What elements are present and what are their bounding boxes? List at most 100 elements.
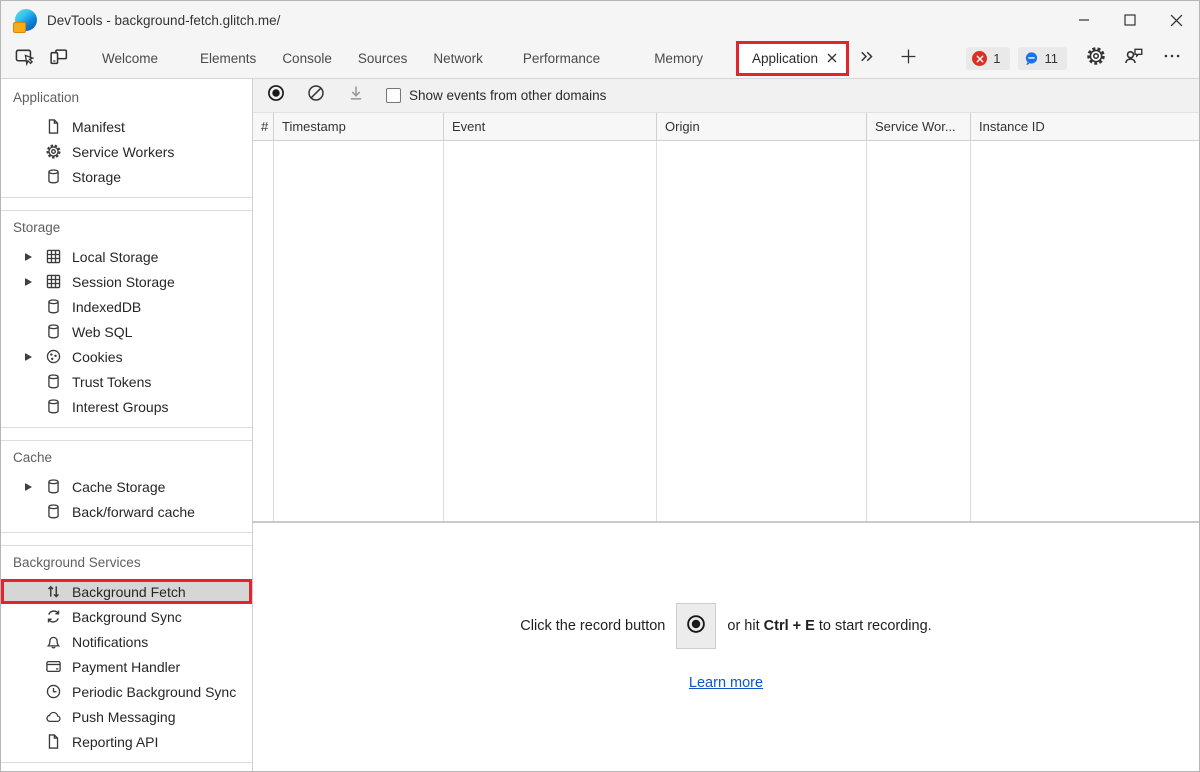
block-icon [307,84,325,107]
sidebar-item-trust-tokens[interactable]: Trust Tokens [1,369,252,394]
error-count-badge[interactable]: 1 [966,47,1009,70]
sidebar-item-label: Local Storage [72,249,158,265]
clock-icon [45,683,62,700]
inspect-icon [15,47,34,71]
maximize-icon [1124,14,1136,26]
tab-application-label: Application [752,51,818,66]
sidebar-item-interest-groups[interactable]: Interest Groups [1,394,252,419]
more-options-button[interactable] [1155,42,1189,76]
tab-performance[interactable]: Performance [510,39,613,78]
sidebar-item-cookies[interactable]: Cookies [1,344,252,369]
sidebar-item-label: Background Sync [72,609,182,625]
database-icon [45,168,62,185]
save-events-button[interactable] [346,86,366,106]
sidebar-item-push-messaging[interactable]: Push Messaging [1,704,252,729]
tab-network[interactable]: Network [420,39,496,78]
card-icon [45,658,62,675]
column-header-origin[interactable]: Origin [657,113,867,140]
sidebar-item-background-sync[interactable]: Background Sync [1,604,252,629]
tab-close-icon[interactable] [827,51,837,66]
database-icon [45,398,62,415]
feedback-icon [1124,46,1144,71]
message-count-badge[interactable]: 11 [1018,47,1068,70]
error-icon [972,51,987,66]
column-header--[interactable]: # [253,113,274,140]
sidebar-item-periodic-background-sync[interactable]: Periodic Background Sync [1,679,252,704]
tab-console[interactable]: Console [269,39,345,78]
sidebar-item-notifications[interactable]: Notifications [1,629,252,654]
section-title: Background Services [1,546,252,579]
sidebar-item-manifest[interactable]: Manifest [1,114,252,139]
sidebar-item-label: Back/forward cache [72,504,195,520]
record-button-illustration[interactable] [676,603,716,649]
minimize-button[interactable] [1061,1,1107,39]
gear-icon [1086,46,1106,71]
device-toolbar-button[interactable] [41,42,75,76]
sidebar-item-payment-handler[interactable]: Payment Handler [1,654,252,679]
expand-arrow-icon[interactable] [25,278,45,286]
device-toolbar-icon [49,47,68,71]
settings-button[interactable] [1079,42,1113,76]
sidebar-item-back-forward-cache[interactable]: Back/forward cache [1,499,252,524]
sidebar-item-web-sql[interactable]: Web SQL [1,319,252,344]
tab-sources[interactable]: Sources [345,39,421,78]
column-header-timestamp[interactable]: Timestamp [274,113,444,140]
expand-arrow-icon[interactable] [25,483,45,491]
column-header-service-wor-[interactable]: Service Wor... [867,113,971,140]
add-tab-button[interactable] [891,42,925,76]
sidebar-item-local-storage[interactable]: Local Storage [1,244,252,269]
download-icon [347,84,365,107]
inspect-element-button[interactable] [7,42,41,76]
sidebar-item-session-storage[interactable]: Session Storage [1,269,252,294]
maximize-button[interactable] [1107,1,1153,39]
sidebar-item-storage[interactable]: Storage [1,164,252,189]
ellipsis-icon [1163,47,1181,70]
sidebar-item-background-fetch[interactable]: Background Fetch [1,579,252,604]
background-fetch-panel: Show events from other domains #Timestam… [253,79,1199,771]
record-button[interactable] [266,86,286,106]
show-events-checkbox-label[interactable]: Show events from other domains [409,88,606,103]
more-tabs-button[interactable] [849,42,883,76]
empty-state-panel: Click the record button or hit Ctrl + E … [253,523,1199,771]
database-icon [45,298,62,315]
section-title: Cache [1,441,252,474]
document-icon [45,118,62,135]
column-header-instance-id[interactable]: Instance ID [971,113,1199,140]
sidebar-item-label: Service Workers [72,144,174,160]
window-title: DevTools - background-fetch.glitch.me/ [47,13,280,28]
column-body [274,141,444,521]
section-cache: CacheCache Storage Back/forward cache [1,440,252,533]
tab-welcome[interactable]: Welcome [89,39,171,78]
sidebar-item-label: Push Messaging [72,709,176,725]
section-title: Application [1,81,252,114]
feedback-button[interactable] [1117,42,1151,76]
expand-arrow-icon[interactable] [25,353,45,361]
cookie-icon [45,348,62,365]
sidebar-item-label: Session Storage [72,274,175,290]
sidebar-item-label: Interest Groups [72,399,169,415]
database-icon [45,503,62,520]
devtools-window: DevTools - background-fetch.glitch.me/ W… [0,0,1200,772]
database-icon [45,373,62,390]
tab-memory[interactable]: Memory [641,39,716,78]
document-icon [45,733,62,750]
column-header-event[interactable]: Event [444,113,657,140]
sidebar-item-cache-storage[interactable]: Cache Storage [1,474,252,499]
tab-elements[interactable]: Elements [187,39,269,78]
close-button[interactable] [1153,1,1199,39]
show-events-checkbox[interactable] [386,88,401,103]
column-body [971,141,1199,521]
tab-application[interactable]: Application [736,41,849,76]
chevron-double-right-icon [858,48,875,70]
sidebar-item-service-workers[interactable]: Service Workers [1,139,252,164]
sidebar-item-reporting-api[interactable]: Reporting API [1,729,252,754]
column-body [444,141,657,521]
updown-arrows-icon [45,583,62,600]
section-background-services: Background ServicesBackground Fetch Backg… [1,545,252,763]
expand-arrow-icon[interactable] [25,253,45,261]
clear-button[interactable] [306,86,326,106]
record-instruction: Click the record button or hit Ctrl + E … [520,603,931,649]
sidebar-item-indexeddb[interactable]: IndexedDB [1,294,252,319]
section-title: Storage [1,211,252,244]
learn-more-link[interactable]: Learn more [689,675,763,691]
